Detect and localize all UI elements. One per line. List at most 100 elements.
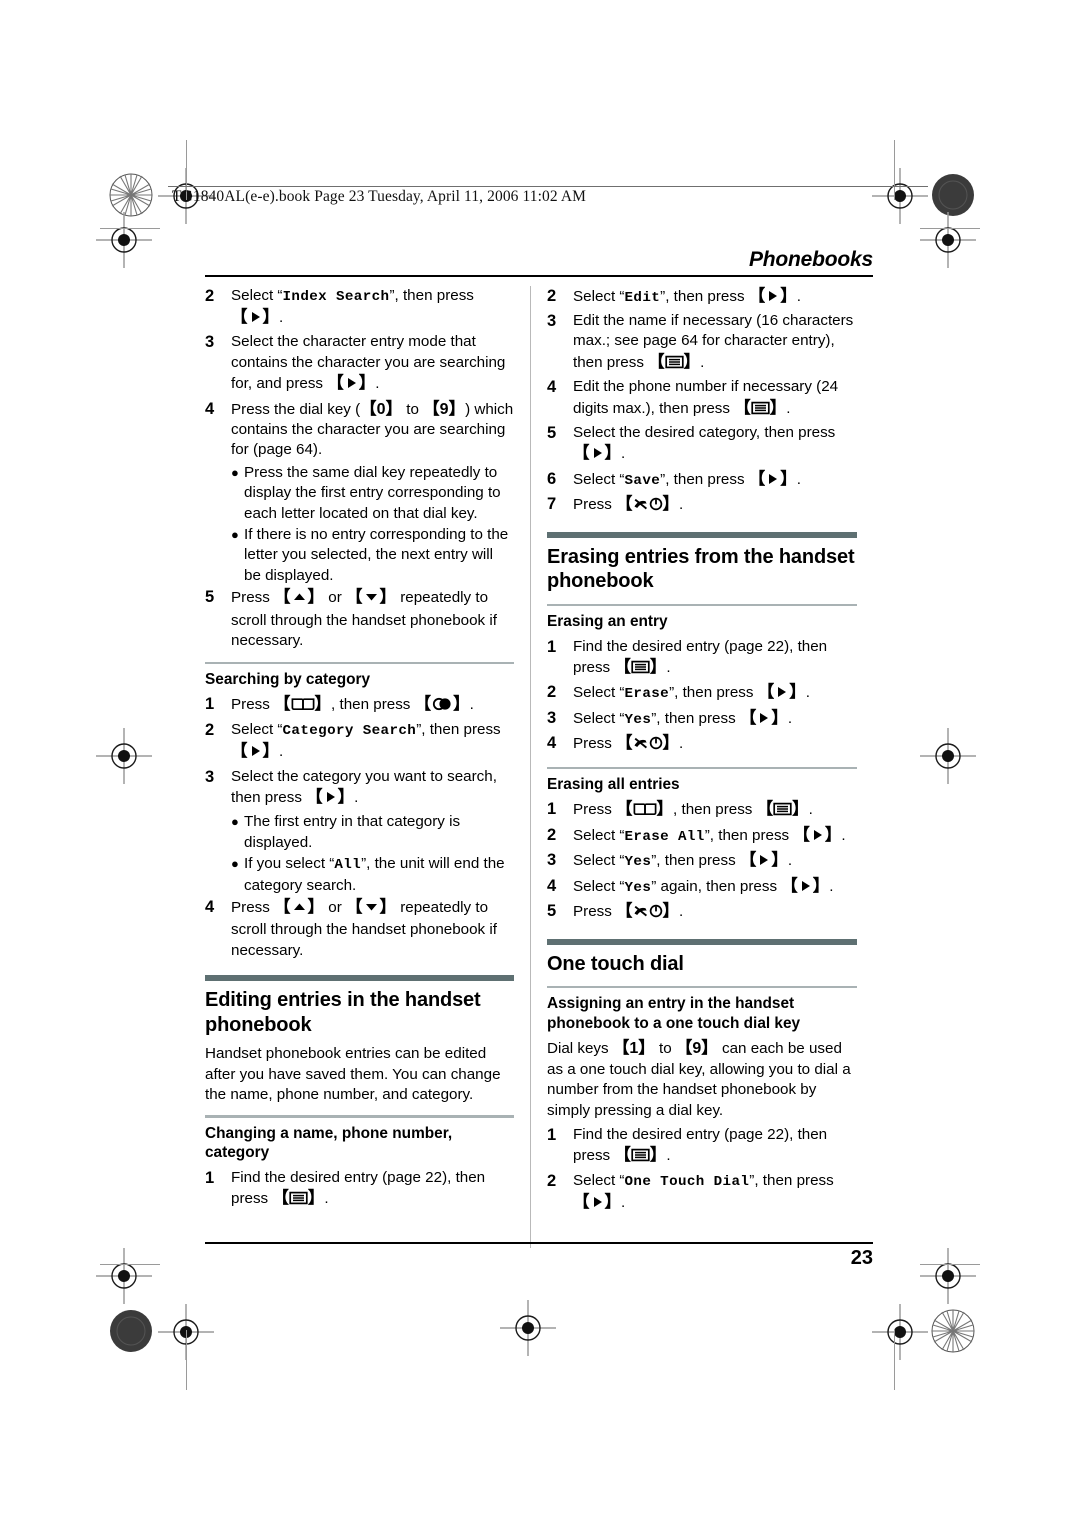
up-arrow-key-glyph (291, 590, 308, 610)
book-file-slug: TG1840AL(e-e).book Page 23 Tuesday, Apri… (172, 188, 587, 205)
key-bracket-close: 】 (683, 352, 701, 371)
step-text: Edit the phone number if necessary (24 d… (573, 377, 857, 421)
bullet-text: If you select “All”, the unit will end t… (244, 854, 514, 896)
key-bracket-close: 】 (649, 1146, 667, 1165)
body-text: Select the desired category, then press (573, 424, 836, 442)
numbered-step: 2 Select “Erase All”, then press 【】. (547, 825, 857, 848)
step-text: Find the desired entry (page 22), then p… (573, 1125, 857, 1169)
step-number: 3 (205, 767, 215, 786)
trim-rule-rt-h (920, 228, 980, 229)
lcd-menu-label: One Touch Dial (624, 1173, 750, 1190)
right-arrow-key: 【】 (231, 307, 279, 330)
key-bracket-close: 】 (824, 825, 842, 844)
trim-rule-br-v (894, 1330, 895, 1390)
menu-ok-key-glyph (631, 1148, 650, 1168)
body-text: Press the same dial key repeatedly to di… (244, 463, 501, 522)
phonebook-key-glyph (291, 697, 315, 717)
menu-ok-key: 【】 (734, 398, 786, 421)
key-bracket-open: 【 (573, 1193, 590, 1212)
step-text: Press 【】, then press 【】. (573, 799, 857, 822)
searching-by-category-steps: 1 Press 【】, then press 【】. 2 Select “Catego… (205, 694, 514, 810)
key-bracket-close: 】 (649, 657, 667, 676)
body-text: . (786, 399, 791, 417)
phonebook-key-glyph (633, 802, 657, 822)
step-text: Select “One Touch Dial”, then press 【】. (573, 1171, 857, 1216)
searching-by-category-step-4: 4 Press 【】 or 【】 repeatedly to scroll thr… (205, 897, 514, 961)
bullet-item: ● The first entry in that category is dis… (231, 812, 514, 853)
body-text: . (679, 496, 684, 514)
two-column-layout: 2 Select “Index Search”, then press 【】. 3 S… (205, 285, 873, 1248)
key-bracket-close: 】 (262, 308, 280, 326)
numbered-step: 2 Select “One Touch Dial”, then press 【】. (547, 1171, 857, 1216)
step-text: Find the desired entry (page 22), then p… (573, 637, 857, 681)
step-text: Press the dial key (【0】 to 【9】) which co… (231, 399, 514, 461)
right-arrow-key-glyph (798, 879, 813, 899)
body-text: ” again, then press (651, 877, 782, 895)
step-number: 1 (205, 1168, 215, 1187)
numbered-step: 1 Find the desired entry (page 22), then … (205, 1168, 514, 1212)
body-text: . (700, 353, 705, 371)
menu-ok-key: 【】 (614, 657, 666, 680)
key-bracket-open: 【 (757, 683, 775, 702)
key-bracket-open: 【 (414, 695, 432, 714)
body-text: . (354, 789, 359, 807)
step-number: 5 (547, 902, 557, 921)
right-arrow-key-glyph (756, 853, 771, 873)
step-text: Select “Edit”, then press 【】. (573, 286, 857, 309)
numbered-step: 2 Select “Index Search”, then press 【】. (205, 286, 514, 331)
step-number: 1 (205, 695, 215, 714)
step-text: Select “Yes”, then press 【】. (573, 850, 857, 873)
menu-ok-key: 【】 (757, 799, 809, 822)
down-arrow-key-glyph (363, 900, 380, 920)
numbered-step: 4 Edit the phone number if necessary (24 … (547, 377, 857, 421)
lcd-menu-label: Save (624, 472, 661, 489)
key-bracket-open: 【 (616, 734, 633, 753)
crosshair-mark-right-middle (920, 728, 976, 784)
numbered-step: 2 Select “Category Search”, then press 【】… (205, 720, 514, 765)
body-text: or (324, 589, 346, 607)
body-text: Select the category you want to search, … (231, 767, 497, 807)
body-text: or (324, 899, 346, 917)
body-text: . (808, 801, 813, 819)
changing-name-heading: Changing a name, phone number, category (205, 1124, 453, 1162)
crosshair-mark-left-top (96, 212, 152, 268)
starburst-mark-bottom-right (930, 1308, 976, 1359)
key-bracket-close: 】 (448, 399, 466, 418)
key-bracket-open: 【 (231, 308, 248, 326)
right-arrow-key-glyph (323, 790, 338, 810)
right-arrow-key: 【】 (327, 373, 375, 396)
numbered-step: 1 Press 【】, then press 【】. (205, 694, 514, 717)
crosshair-mark-right-top (920, 212, 976, 268)
erasing-an-entry-heading: Erasing an entry (547, 613, 668, 631)
numbered-step: 4 Press 【】. (547, 733, 857, 756)
step-text: Select “Save”, then press 【】. (573, 469, 857, 492)
crosshair-mark-right-bottom (920, 1248, 976, 1304)
step-text: Select “Yes”, then press 【】. (573, 708, 857, 731)
step-text: Select “Index Search”, then press 【】. (231, 286, 514, 331)
key-bracket-close: 】 (307, 898, 325, 917)
body-text: . (324, 1190, 329, 1208)
body-text: Select “ (573, 684, 625, 702)
numbered-step: 1 Find the desired entry (page 22), then … (547, 637, 857, 681)
numbered-step: 3 Select the character entry mode that co… (205, 332, 514, 396)
body-text: to (654, 1040, 676, 1058)
key-bracket-open: 【 (573, 444, 590, 463)
erasing-all-entries-rule (547, 766, 857, 769)
menu-ok-key: 【】 (648, 352, 700, 375)
key-bracket-open: 【 (614, 1146, 631, 1165)
off-power-key: 【】 (616, 494, 679, 517)
key-bracket-close: 】 (358, 374, 376, 393)
body-text: ”, then press (651, 709, 740, 727)
erasing-all-entries-steps: 1 Press 【】, then press 【】. 2 Select “Erase … (547, 799, 857, 924)
step-number: 5 (205, 588, 215, 607)
numbered-step: 5 Press 【】. (547, 901, 857, 924)
body-text: . (621, 1194, 626, 1212)
key-bracket-open: 【 (734, 398, 751, 417)
bullet-text: If there is no entry corresponding to th… (244, 525, 514, 586)
numbered-step: 3 Edit the name if necessary (16 characte… (547, 311, 857, 375)
down-arrow-key: 【】 (346, 897, 396, 920)
key-bracket-close: 】 (701, 1039, 718, 1058)
right-arrow-key-glyph (248, 310, 263, 330)
step-text: Find the desired entry (page 22), then p… (231, 1168, 514, 1212)
body-text: . (805, 684, 810, 702)
